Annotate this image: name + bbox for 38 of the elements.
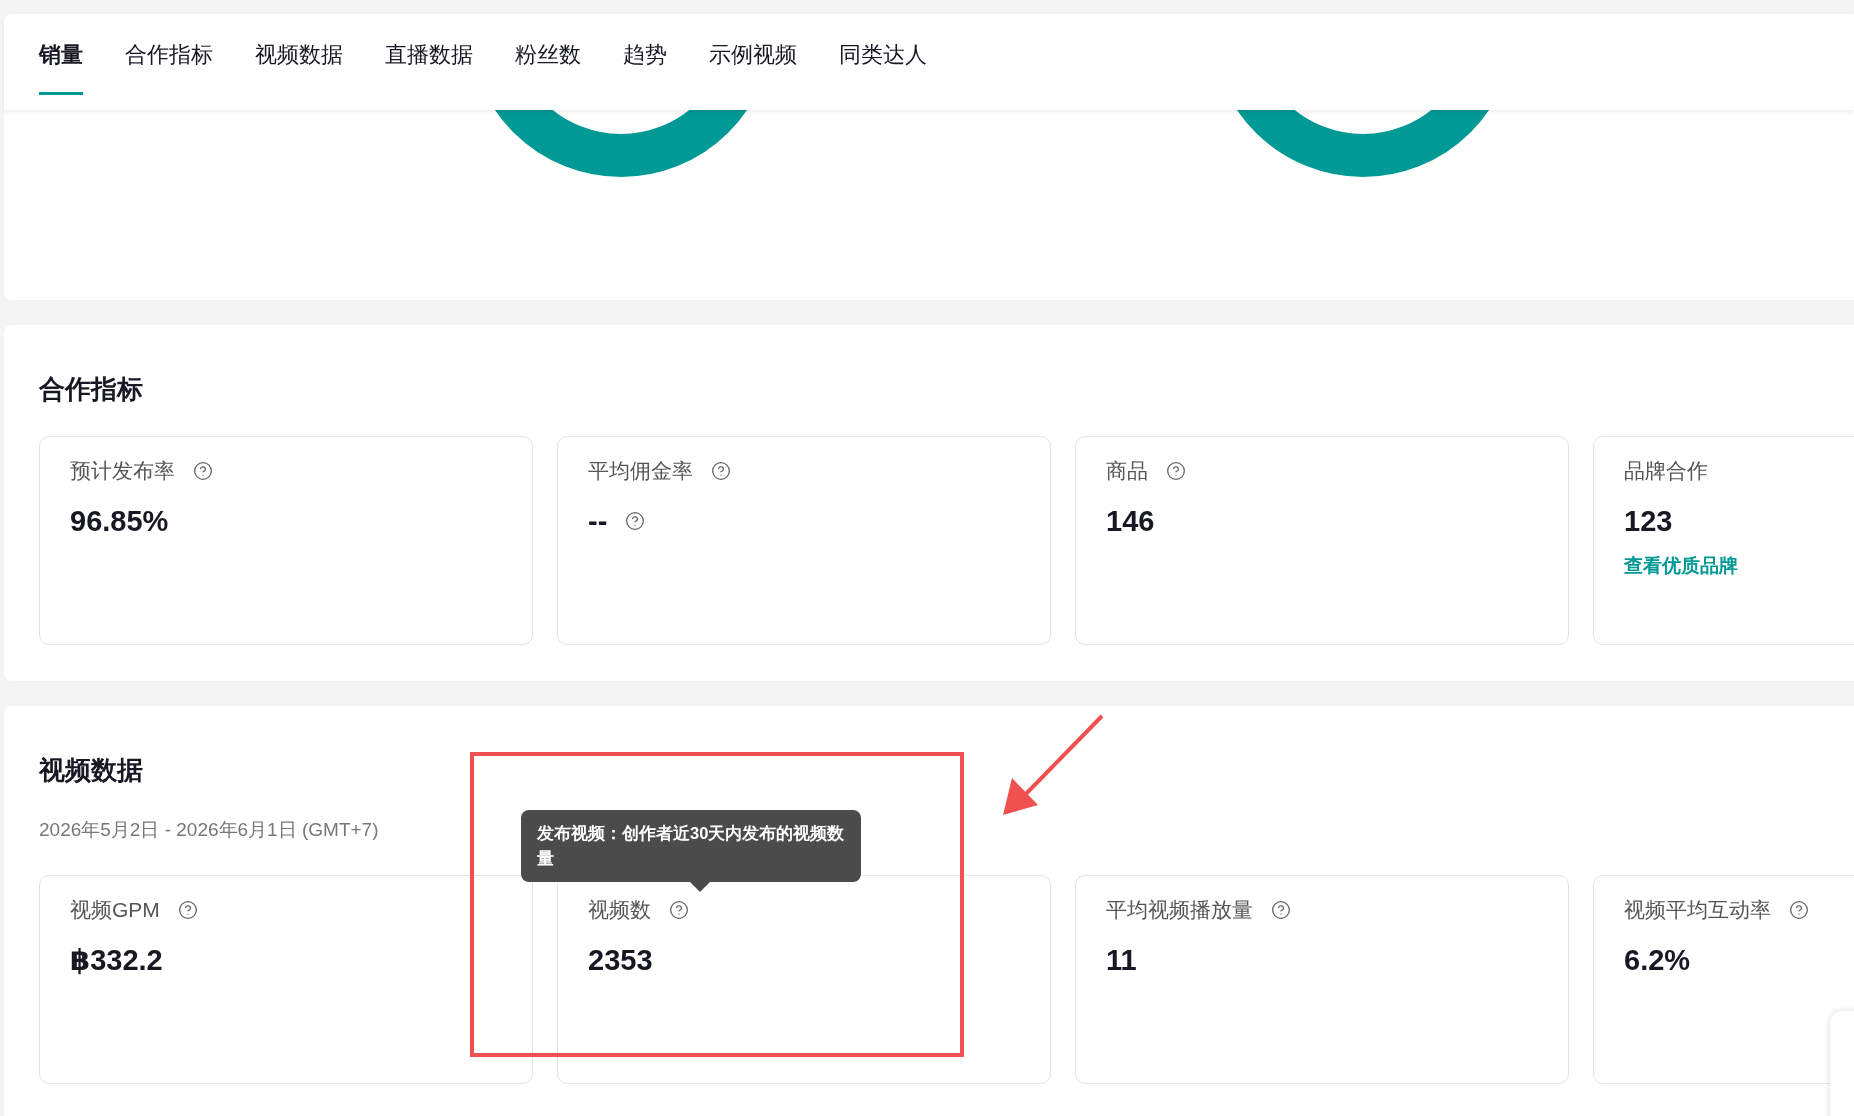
metric-value: 96.85%: [70, 504, 169, 539]
tab[interactable]: 销量: [39, 14, 83, 95]
metric-label: 品牌合作: [1624, 458, 1708, 484]
tab[interactable]: 视频数据: [255, 14, 343, 95]
brands-link[interactable]: 查看优质品牌: [1624, 553, 1738, 579]
help-icon[interactable]: [1271, 900, 1291, 920]
help-icon[interactable]: [625, 511, 646, 531]
metric-value: --: [588, 504, 608, 539]
metric-value: 11: [1106, 943, 1137, 978]
metric-value: 2353: [588, 943, 653, 978]
help-icon[interactable]: [1166, 461, 1186, 481]
tab[interactable]: 示例视频: [709, 14, 797, 95]
metric-label: 平均视频播放量: [1106, 897, 1253, 923]
metric-label: 视频GPM: [70, 897, 160, 923]
metric-label: 平均佣金率: [588, 458, 693, 484]
help-icon[interactable]: [711, 461, 731, 481]
help-icon[interactable]: [177, 900, 198, 920]
metric-value: 6.2%: [1624, 943, 1691, 978]
metric-value: ฿332.2: [70, 943, 163, 978]
help-icon[interactable]: [1789, 900, 1809, 920]
tab[interactable]: 同类达人: [839, 14, 927, 95]
tab[interactable]: 直播数据: [385, 14, 473, 95]
metric-value: 146: [1106, 504, 1155, 539]
section-title: 视频数据: [39, 754, 144, 786]
metric-label: 视频平均互动率: [1624, 897, 1771, 923]
metric-label: 商品: [1106, 458, 1148, 484]
help-icon[interactable]: [669, 900, 689, 920]
metric-label: 视频数: [588, 897, 651, 923]
tab[interactable]: 粉丝数: [515, 14, 581, 95]
metric-label: 预计发布率: [70, 458, 175, 484]
help-icon[interactable]: [193, 461, 213, 481]
tooltip-pointer-icon: [690, 882, 710, 892]
tooltip: 发布视频：创作者近30天内发布的视频数量: [521, 810, 861, 882]
tab[interactable]: 合作指标: [125, 14, 213, 95]
date-range: 2026年5月2日 - 2026年6月1日 (GMT+7): [39, 818, 379, 842]
tab[interactable]: 趋势: [623, 14, 667, 95]
metric-value: 123: [1624, 504, 1673, 539]
section-title: 合作指标: [39, 373, 144, 405]
